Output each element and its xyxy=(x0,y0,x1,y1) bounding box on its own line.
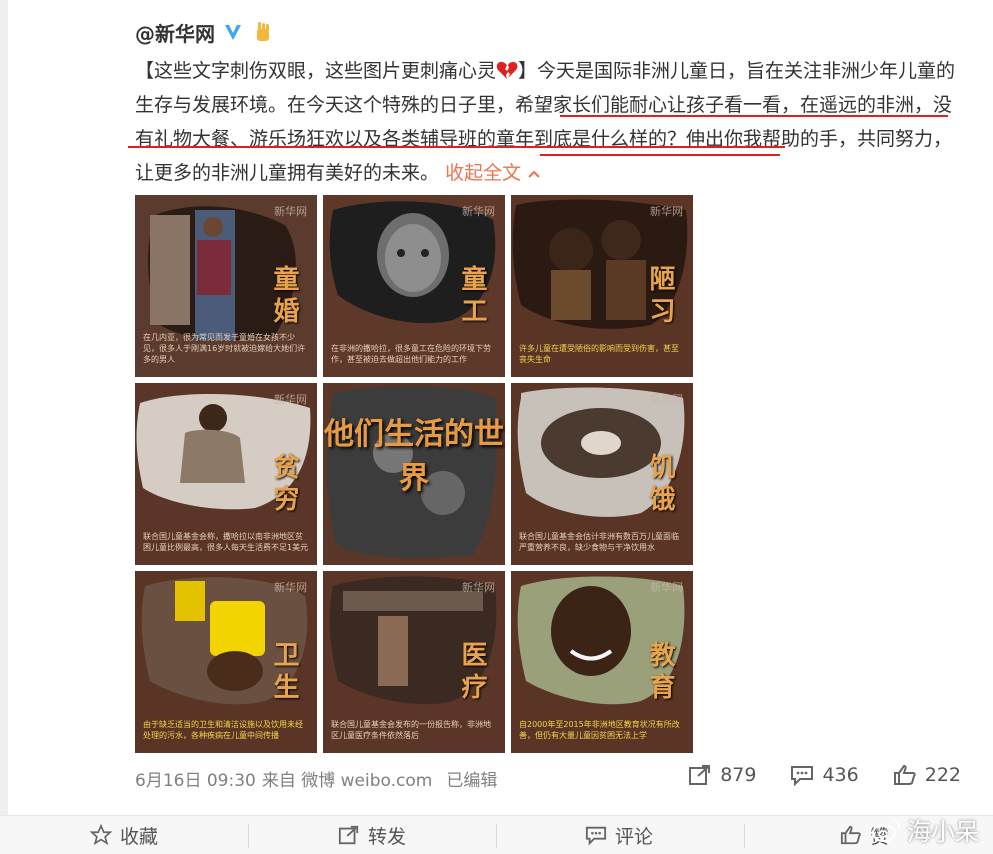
like-stat[interactable]: 222 xyxy=(893,764,961,786)
tile-caption: 由于缺乏适当的卫生和清洁设施以及饮用未经处理的污水，各种疾病在儿童中间传播 xyxy=(143,720,303,740)
image-tile-child-labor[interactable]: 新华网 童工 在非洲的撒哈拉，很多童工在危险的环境下劳作，甚至被迫去做超出他们能… xyxy=(323,195,505,377)
red-underline-3 xyxy=(540,154,780,156)
comment-icon xyxy=(585,826,607,846)
red-underline-2 xyxy=(128,146,785,148)
tile-caption: 自2000年至2015年非洲地区教育状况有所改善，但仍有大量儿童因贫困无法上学 xyxy=(519,720,680,740)
red-underline-1 xyxy=(560,115,948,117)
image-tile-child-marriage[interactable]: 新华网 童婚 在几内亚，很为常见而发于童婚在女孩不少见，很多人于刚满16岁时就被… xyxy=(135,195,317,377)
weibo-logo-icon xyxy=(872,818,901,842)
repost-stat[interactable]: 879 xyxy=(688,764,756,786)
image-grid: 新华网 童婚 在几内亚，很为常见而发于童婚在女孩不少见，很多人于刚满16岁时就被… xyxy=(135,195,695,755)
watermark-text: 海小呆 xyxy=(907,818,979,846)
tile-title: 饥饿 xyxy=(645,453,675,517)
thumbs-up-icon xyxy=(893,764,916,785)
post-text-part1: 【这些文字刺伤双眼，这些图片更刺痛心灵 xyxy=(135,60,497,82)
tile-title: 童工 xyxy=(457,265,487,329)
comment-count: 436 xyxy=(822,764,859,786)
action-bar: 收藏 转发 评论 赞 xyxy=(0,815,993,854)
divider xyxy=(248,824,249,848)
post-date[interactable]: 6月16日 09:30 xyxy=(135,766,256,791)
tile-title: 陋习 xyxy=(645,265,675,329)
image-tile-bad-customs[interactable]: 新华网 陋习 许多儿童在遭受陋俗的影响而受到伤害，甚至丧失生命 xyxy=(511,195,693,377)
tile-caption: 联合国儿童基金会发布的一份报告称，非洲地区儿童医疗条件依然落后 xyxy=(331,720,491,740)
image-tile-hunger[interactable]: 新华网 饥饿 联合国儿童基金会估计非洲有数百万儿童面临严重营养不良，缺少食物与干… xyxy=(511,383,693,565)
chevron-up-icon xyxy=(528,170,540,178)
like-count: 222 xyxy=(924,764,961,786)
user-watermark: 海小呆 xyxy=(871,812,979,847)
post-text: 【这些文字刺伤双眼，这些图片更刺痛心灵 】今天是国际非洲儿童日，旨在关注非洲少年儿… xyxy=(135,54,965,190)
post-meta: 6月16日 09:30 来自 微博 weibo.com 已编辑 xyxy=(135,766,497,791)
image-tile-medical[interactable]: 新华网 医疗 联合国儿童基金会发布的一份报告称，非洲地区儿童医疗条件依然落后 xyxy=(323,571,505,753)
favorite-button[interactable]: 收藏 xyxy=(90,816,158,854)
repost-count: 879 xyxy=(720,764,757,786)
left-gutter xyxy=(0,0,8,853)
verified-icon xyxy=(225,25,241,40)
broken-heart-icon xyxy=(496,61,518,79)
image-tile-education[interactable]: 新华网 教育 自2000年至2015年非洲地区教育状况有所改善，但仍有大量儿童因… xyxy=(511,571,693,753)
tile-watermark: 新华网 xyxy=(274,393,307,406)
tile-title: 卫生 xyxy=(269,641,299,705)
tile-caption: 许多儿童在遭受陋俗的影响而受到伤害，甚至丧失生命 xyxy=(519,344,679,364)
tile-watermark: 新华网 xyxy=(650,205,683,218)
divider xyxy=(744,824,745,848)
collapse-button[interactable]: 收起全文 xyxy=(445,162,541,184)
post-stats: 879 436 222 xyxy=(688,764,961,786)
tile-caption: 在几内亚，很为常见而发于童婚在女孩不少见，很多人于刚满16岁时就被迫嫁给大她们许… xyxy=(143,333,306,364)
tile-caption: 联合国儿童基金会称，撒哈拉以南非洲地区贫困儿童比例最高，很多人每天生活费不足1美… xyxy=(143,532,309,552)
edited-label[interactable]: 已编辑 xyxy=(446,766,497,791)
image-tile-hygiene[interactable]: 新华网 卫生 由于缺乏适当的卫生和清洁设施以及饮用未经处理的污水，各种疾病在儿童… xyxy=(135,571,317,753)
comment-icon xyxy=(791,766,814,786)
tile-watermark: 新华网 xyxy=(462,205,495,218)
weibo-post-card: @新华网 【这些文字刺伤双眼，这些图片更刺痛心灵 】今天是国际非洲儿童日，旨在关注… xyxy=(0,0,993,854)
tile-caption: 联合国儿童基金会估计非洲有数百万儿童面临严重营养不良，缺少食物与干净饮用水 xyxy=(519,532,679,552)
share-icon xyxy=(689,765,711,785)
tile-title: 医疗 xyxy=(457,641,487,705)
share-icon xyxy=(338,825,359,845)
post-source[interactable]: 来自 微博 weibo.com xyxy=(262,766,433,791)
repost-label: 转发 xyxy=(368,825,407,848)
tile-watermark: 新华网 xyxy=(462,581,495,594)
highlighted-text-1: 希望家长们能耐心让孩子看一看，在遥远的 xyxy=(515,94,877,116)
tile-title: 贫穷 xyxy=(269,453,299,517)
tile-watermark: 新华网 xyxy=(650,393,683,406)
repost-button[interactable]: 转发 xyxy=(338,816,406,854)
thumbs-up-icon xyxy=(840,825,861,845)
tile-caption: 在非洲的撒哈拉，很多童工在危险的环境下劳作，甚至被迫去做超出他们能力的工作 xyxy=(331,344,491,364)
star-icon xyxy=(90,824,112,846)
comment-label: 评论 xyxy=(615,825,654,848)
image-tile-their-world[interactable]: 他们生活的世界 xyxy=(323,383,505,565)
tile-watermark: 新华网 xyxy=(650,581,683,594)
comment-button[interactable]: 评论 xyxy=(585,816,653,854)
author-name[interactable]: @新华网 xyxy=(135,18,215,47)
tile-title: 他们生活的世界 xyxy=(324,417,504,496)
favorite-label: 收藏 xyxy=(120,825,159,848)
tile-title: 教育 xyxy=(645,641,675,705)
hand-badge-icon xyxy=(257,22,269,41)
image-tile-poverty[interactable]: 新华网 贫穷 联合国儿童基金会称，撒哈拉以南非洲地区贫困儿童比例最高，很多人每天… xyxy=(135,383,317,565)
tile-watermark: 新华网 xyxy=(274,581,307,594)
tile-title: 童婚 xyxy=(269,265,299,329)
author-row: @新华网 xyxy=(135,18,275,46)
divider xyxy=(496,824,497,848)
tile-watermark: 新华网 xyxy=(274,205,307,218)
comment-stat[interactable]: 436 xyxy=(790,764,859,786)
collapse-label: 收起全文 xyxy=(445,162,522,184)
